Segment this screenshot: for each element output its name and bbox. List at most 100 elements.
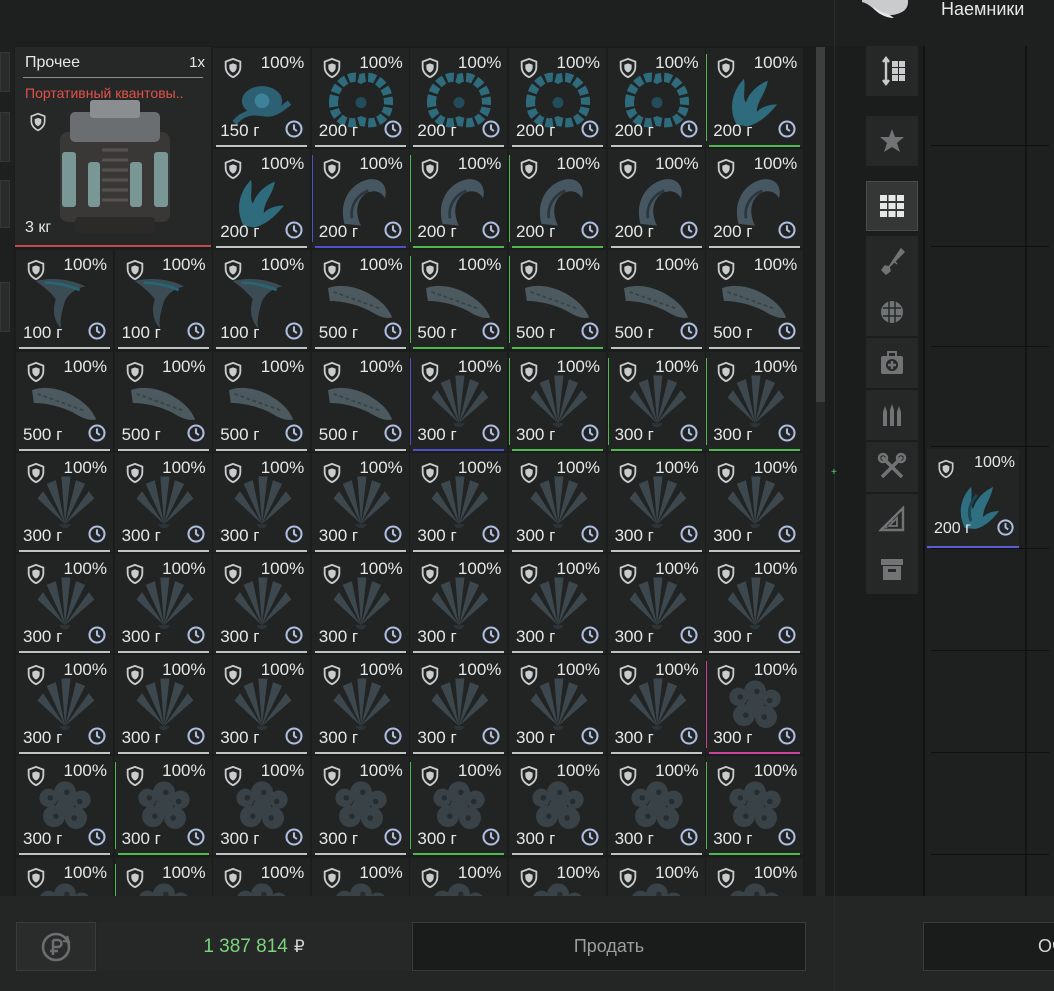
inventory-item[interactable]: 100% 200 г: [311, 149, 409, 249]
inventory-item[interactable]: 100% 300 г: [607, 655, 705, 755]
left-panel-tab[interactable]: [0, 112, 10, 162]
inventory-item[interactable]: 100%: [410, 857, 508, 896]
filter-button-rifle[interactable]: [866, 236, 918, 286]
inventory-item[interactable]: 100% 200 г: [410, 48, 508, 147]
item-underline: [314, 752, 406, 755]
inventory-item[interactable]: 100% 300 г: [410, 351, 508, 451]
filter-button-grenade[interactable]: [866, 286, 918, 336]
inventory-item[interactable]: 100% 300 г: [410, 655, 508, 755]
inventory-item[interactable]: 100% 300 г: [16, 554, 113, 653]
inventory-item[interactable]: 100% 200 г: [509, 149, 606, 249]
inventory-item[interactable]: 100% 150 г: [213, 48, 311, 147]
inventory-item[interactable]: 100% 300 г: [213, 655, 311, 755]
left-panel-tab[interactable]: [0, 180, 10, 228]
inventory-item[interactable]: 100% 300 г: [607, 554, 705, 653]
inventory-item[interactable]: 100% 300 г: [509, 554, 606, 653]
inventory-item[interactable]: 100% 500 г: [410, 250, 508, 350]
inventory-item[interactable]: 100% 100 г: [213, 250, 311, 350]
filter-button-ruler[interactable]: [866, 494, 918, 544]
inventory-item[interactable]: 100% 200 г: [706, 149, 804, 249]
inventory-item[interactable]: 100% 200 г: [509, 48, 606, 147]
inventory-item[interactable]: 100% 500 г: [16, 351, 113, 451]
item-underline: [709, 246, 801, 249]
durability-label: 100%: [63, 457, 107, 477]
inventory-item[interactable]: 100% 200 г: [607, 149, 705, 249]
inventory-item[interactable]: 100% 300 г: [16, 756, 113, 856]
inventory-item[interactable]: 100%: [114, 857, 212, 896]
inventory-item[interactable]: 100% 300 г: [311, 452, 409, 552]
inventory-item[interactable]: 100% 500 г: [114, 351, 212, 451]
sell-button[interactable]: Продать: [412, 922, 806, 971]
clock-icon: [384, 221, 402, 239]
inventory-item[interactable]: 100% 300 г: [114, 756, 212, 856]
filter-button-ammo[interactable]: [866, 390, 918, 440]
inventory-item[interactable]: 100%: [16, 857, 113, 896]
filter-button-star[interactable]: [866, 116, 918, 166]
inventory-item[interactable]: 100% 300 г: [706, 655, 804, 755]
inventory-item[interactable]: 100% 100 г: [114, 250, 212, 350]
inventory-item[interactable]: 100%: [213, 857, 311, 896]
durability-label: 100%: [753, 154, 798, 174]
clock-icon: [778, 322, 796, 340]
inventory-item[interactable]: 100% 300 г: [213, 554, 311, 653]
inventory-item[interactable]: 100% 300 г: [509, 756, 606, 856]
inventory-item[interactable]: 100% 300 г: [607, 351, 705, 451]
inventory-item[interactable]: 100% 500 г: [311, 250, 409, 350]
filter-button-box[interactable]: [866, 544, 918, 594]
inventory-item[interactable]: 100% 100 г: [16, 250, 113, 350]
inventory-item[interactable]: 100% 300 г: [311, 554, 409, 653]
inventory-item[interactable]: 100% 300 г: [706, 756, 804, 856]
clock-icon: [88, 525, 106, 543]
inventory-item[interactable]: 100% 200 г: [213, 149, 311, 249]
rarity-marker: [706, 54, 708, 141]
inventory-item[interactable]: 100% 300 г: [311, 756, 409, 856]
filter-button-tools[interactable]: [866, 442, 918, 492]
filter-button-grid[interactable]: [866, 181, 918, 231]
inventory-item[interactable]: 100% 300 г: [114, 554, 212, 653]
inventory-item[interactable]: 100% 300 г: [509, 452, 606, 552]
filter-button-medkit[interactable]: [866, 338, 918, 388]
inventory-item[interactable]: 100% 300 г: [706, 351, 804, 451]
currency-exchange-button[interactable]: [16, 922, 96, 971]
inventory-item[interactable]: 100% 500 г: [706, 250, 804, 350]
inventory-item[interactable]: 100% 300 г: [213, 452, 311, 552]
featured-item-quantum-device[interactable]: Прочее 1x Портативный квантовы.. 3 кг: [15, 47, 211, 247]
inventory-item[interactable]: 100% 300 г: [213, 756, 311, 856]
inventory-item[interactable]: 100% 500 г: [607, 250, 705, 350]
inventory-item[interactable]: 100% 500 г: [509, 250, 606, 350]
inventory-item[interactable]: 100% 200 г: [607, 48, 705, 147]
inventory-item[interactable]: 100%: [509, 857, 606, 896]
inventory-item[interactable]: 100% 500 г: [311, 351, 409, 451]
inventory-item[interactable]: 100% 300 г: [706, 452, 804, 552]
inventory-item[interactable]: 100% 300 г: [16, 452, 113, 552]
inventory-item[interactable]: 100% 300 г: [410, 756, 508, 856]
durability-label: 100%: [260, 154, 305, 174]
left-panel-tab[interactable]: [0, 52, 10, 92]
inventory-item[interactable]: 100% 300 г: [509, 655, 606, 755]
inventory-item[interactable]: 100% 300 г: [607, 756, 705, 856]
inventory-item[interactable]: 100% 300 г: [311, 655, 409, 755]
stash-item[interactable]: 100% 200 г: [927, 449, 1019, 548]
inventory-item[interactable]: 100%: [706, 857, 804, 896]
inventory-item[interactable]: 100% 300 г: [706, 554, 804, 653]
left-panel-tab[interactable]: [0, 282, 10, 332]
inventory-item[interactable]: 100% 200 г: [410, 149, 508, 249]
inventory-item[interactable]: 100%: [311, 857, 409, 896]
inventory-item[interactable]: 100% 200 г: [311, 48, 409, 147]
inventory-item[interactable]: 100%: [607, 857, 705, 896]
inventory-item[interactable]: 100% 300 г: [114, 452, 212, 552]
inventory-item[interactable]: 100% 300 г: [410, 452, 508, 552]
inventory-item[interactable]: 100% 300 г: [607, 452, 705, 552]
clear-button[interactable]: Оч: [923, 922, 1054, 971]
inventory-item[interactable]: 100% 500 г: [213, 351, 311, 451]
filter-button-sort[interactable]: [866, 46, 918, 96]
inventory-item[interactable]: 100% 200 г: [706, 48, 804, 147]
scrollbar-thumb[interactable]: [816, 47, 825, 402]
rarity-marker: [114, 863, 116, 896]
inventory-item[interactable]: 100% 300 г: [410, 554, 508, 653]
inventory-item[interactable]: 100% 300 г: [509, 351, 606, 451]
inventory-item[interactable]: 100% 300 г: [114, 655, 212, 755]
inventory-item[interactable]: 100% 300 г: [16, 655, 113, 755]
inventory-scrollbar[interactable]: [816, 47, 825, 896]
durability-label: 100%: [162, 862, 206, 882]
